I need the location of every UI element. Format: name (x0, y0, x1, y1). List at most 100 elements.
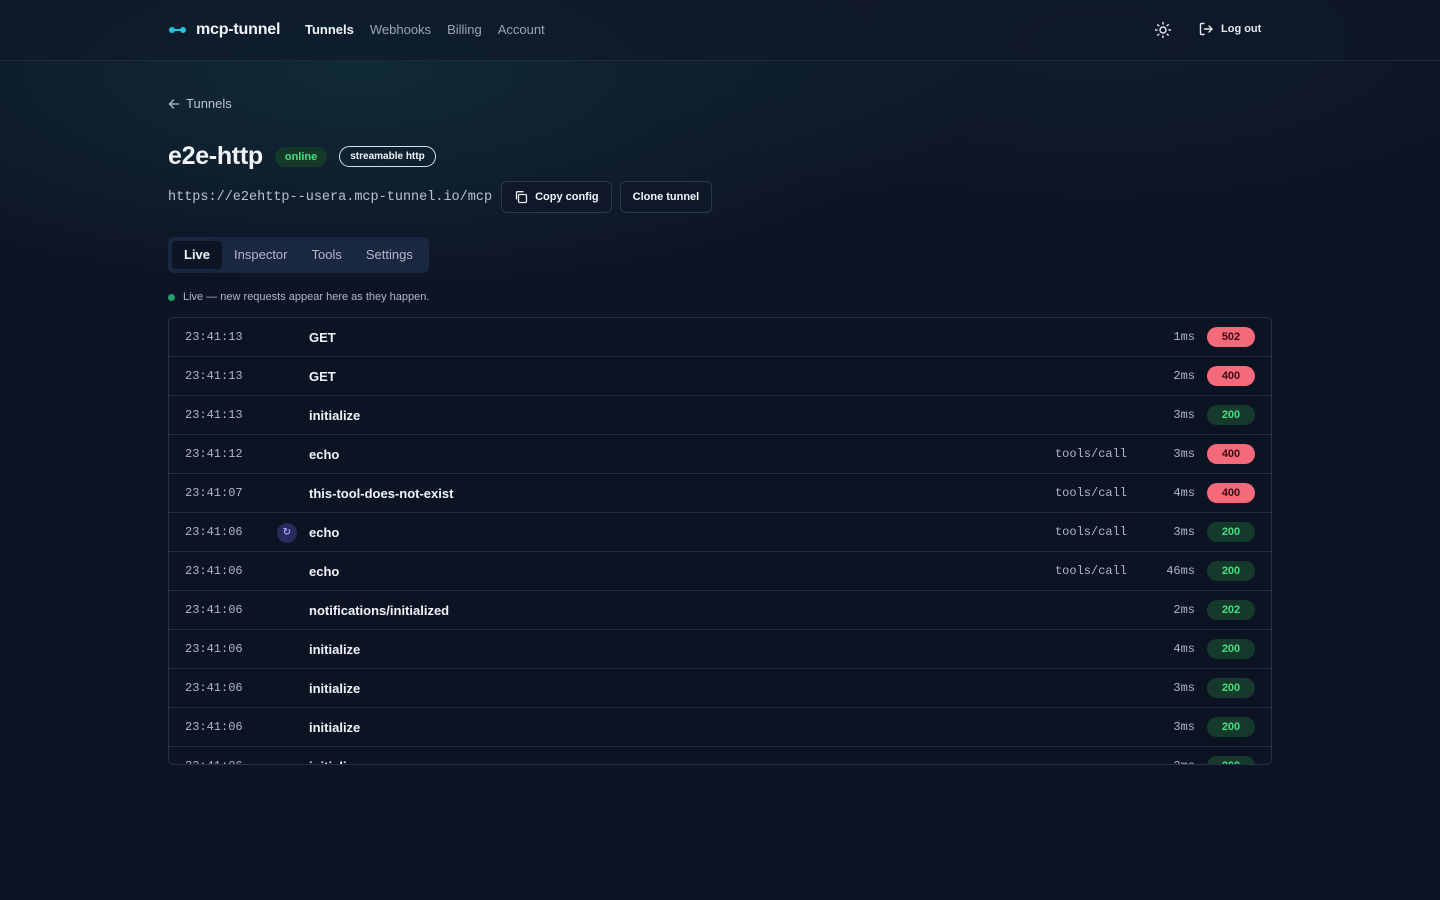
table-row[interactable]: 23:41:13 initialize 3ms 200 (169, 396, 1271, 435)
request-duration: 1ms (1173, 330, 1195, 344)
request-time: 23:41:06 (185, 642, 243, 656)
tab-inspector[interactable]: Inspector (222, 241, 299, 269)
table-row[interactable]: 23:41:06 notifications/initialized 2ms 202 (169, 591, 1271, 630)
request-name: GET (309, 369, 336, 384)
logout-icon (1199, 22, 1213, 36)
live-dot-icon (168, 293, 175, 301)
request-name: echo (309, 525, 340, 540)
request-time: 23:41:07 (185, 486, 243, 500)
clone-tunnel-label: Clone tunnel (632, 191, 700, 203)
status-badge: 200 (1207, 756, 1255, 764)
request-duration: 2ms (1173, 369, 1195, 383)
table-row[interactable]: 23:41:12 echo tools/call 3ms 400 (169, 435, 1271, 474)
copy-icon (515, 191, 528, 204)
request-duration: 4ms (1173, 642, 1195, 656)
tunnel-url-row: https://e2ehttp--usera.mcp-tunnel.io/mcp… (168, 181, 713, 213)
request-time: 23:41:13 (185, 330, 243, 344)
tunnel-url[interactable]: https://e2ehttp--usera.mcp-tunnel.io/mcp (168, 190, 492, 205)
tab-tools[interactable]: Tools (300, 241, 354, 269)
request-name: this-tool-does-not-exist (309, 486, 454, 501)
arrow-left-icon (168, 98, 180, 109)
live-indicator: Live — new requests appear here as they … (168, 291, 429, 303)
request-name: echo (309, 447, 340, 462)
logout-button[interactable]: Log out (1198, 21, 1261, 37)
table-row[interactable]: 23:41:06 echo tools/call 46ms 200 (169, 552, 1271, 591)
request-method: tools/call (1054, 525, 1127, 539)
status-badge: 400 (1207, 366, 1255, 386)
request-name: initialize (309, 720, 361, 735)
request-duration: 3ms (1173, 759, 1195, 764)
table-row[interactable]: 23:41:06 ↻ echo tools/call 3ms 200 (169, 513, 1271, 552)
transport-badge: streamable http (339, 146, 436, 167)
clone-tunnel-button[interactable]: Clone tunnel (619, 181, 713, 213)
request-name: initialize (309, 408, 361, 423)
request-duration: 3ms (1173, 408, 1195, 422)
request-name: GET (309, 330, 336, 345)
table-row[interactable]: 23:41:06 initialize 3ms 200 (169, 747, 1271, 764)
request-duration: 3ms (1173, 525, 1195, 539)
request-name: notifications/initialized (309, 603, 450, 618)
request-duration: 4ms (1173, 486, 1195, 500)
status-badge: 200 (1207, 639, 1255, 659)
tunnel-logo-icon (169, 26, 187, 34)
table-row[interactable]: 23:41:13 GET 1ms 502 (169, 318, 1271, 357)
status-badge: online (274, 146, 328, 167)
main-nav: Tunnels Webhooks Billing Account (305, 22, 545, 37)
tunnel-tabs: Live Inspector Tools Settings (168, 237, 429, 273)
tab-settings[interactable]: Settings (354, 241, 425, 269)
page-title: e2e-http (168, 142, 263, 170)
status-badge: 200 (1207, 405, 1255, 425)
table-row[interactable]: 23:41:06 initialize 3ms 200 (169, 669, 1271, 708)
logout-label: Log out (1221, 23, 1262, 35)
status-badge: 400 (1207, 483, 1255, 503)
status-badge: 400 (1207, 444, 1255, 464)
status-badge: 200 (1207, 717, 1255, 737)
tunnel-header: e2e-http online streamable http (168, 142, 436, 171)
status-badge: 200 (1207, 561, 1255, 581)
brand-logo[interactable]: mcp-tunnel (169, 19, 280, 41)
request-time: 23:41:13 (185, 369, 243, 383)
request-duration: 2ms (1173, 603, 1195, 617)
request-time: 23:41:06 (185, 564, 243, 578)
table-row[interactable]: 23:41:13 GET 2ms 400 (169, 357, 1271, 396)
tab-live[interactable]: Live (172, 241, 223, 269)
request-name: echo (309, 564, 340, 579)
table-row[interactable]: 23:41:07 this-tool-does-not-exist tools/ca… (169, 474, 1271, 513)
table-row[interactable]: 23:41:06 initialize 3ms 200 (169, 708, 1271, 747)
top-bar: mcp-tunnel Tunnels Webhooks Billing Acco… (0, 0, 1440, 61)
request-time: 23:41:06 (185, 525, 243, 539)
nav-item-account[interactable]: Account (498, 22, 545, 37)
request-time: 23:41:06 (185, 603, 243, 617)
table-row[interactable]: 23:41:06 initialize 4ms 200 (169, 630, 1271, 669)
status-badge: 200 (1207, 678, 1255, 698)
brand-name: mcp-tunnel (196, 21, 281, 38)
request-name: initialize (309, 759, 360, 764)
request-time: 23:41:12 (185, 447, 243, 461)
copy-config-button[interactable]: Copy config (501, 181, 612, 213)
status-badge: 502 (1207, 327, 1255, 347)
theme-toggle-button[interactable] (1154, 21, 1172, 39)
request-name: initialize (309, 681, 361, 696)
back-link[interactable]: Tunnels (168, 96, 232, 111)
nav-item-webhooks[interactable]: Webhooks (370, 22, 431, 37)
request-method: tools/call (1054, 564, 1127, 578)
request-time: 23:41:13 (185, 408, 243, 422)
request-time: 23:41:06 (185, 759, 243, 764)
retry-icon: ↻ (277, 523, 297, 543)
live-note-text: Live — new requests appear here as they … (183, 291, 430, 303)
sun-icon (1154, 21, 1172, 39)
request-name: initialize (309, 642, 361, 657)
request-duration: 46ms (1166, 564, 1195, 578)
copy-config-label: Copy config (535, 191, 599, 203)
status-badge: 202 (1207, 600, 1255, 620)
nav-item-tunnels[interactable]: Tunnels (305, 22, 354, 37)
request-duration: 3ms (1173, 447, 1195, 461)
back-link-label: Tunnels (186, 96, 232, 111)
request-time: 23:41:06 (185, 681, 243, 695)
status-badge: 200 (1207, 522, 1255, 542)
request-method: tools/call (1054, 447, 1127, 461)
nav-item-billing[interactable]: Billing (447, 22, 482, 37)
request-method: tools/call (1054, 486, 1127, 500)
request-log-table[interactable]: 23:41:13 GET 1ms 502 23:41:13 GET 2ms 400 23:41:… (168, 317, 1272, 765)
request-duration: 3ms (1173, 681, 1195, 695)
